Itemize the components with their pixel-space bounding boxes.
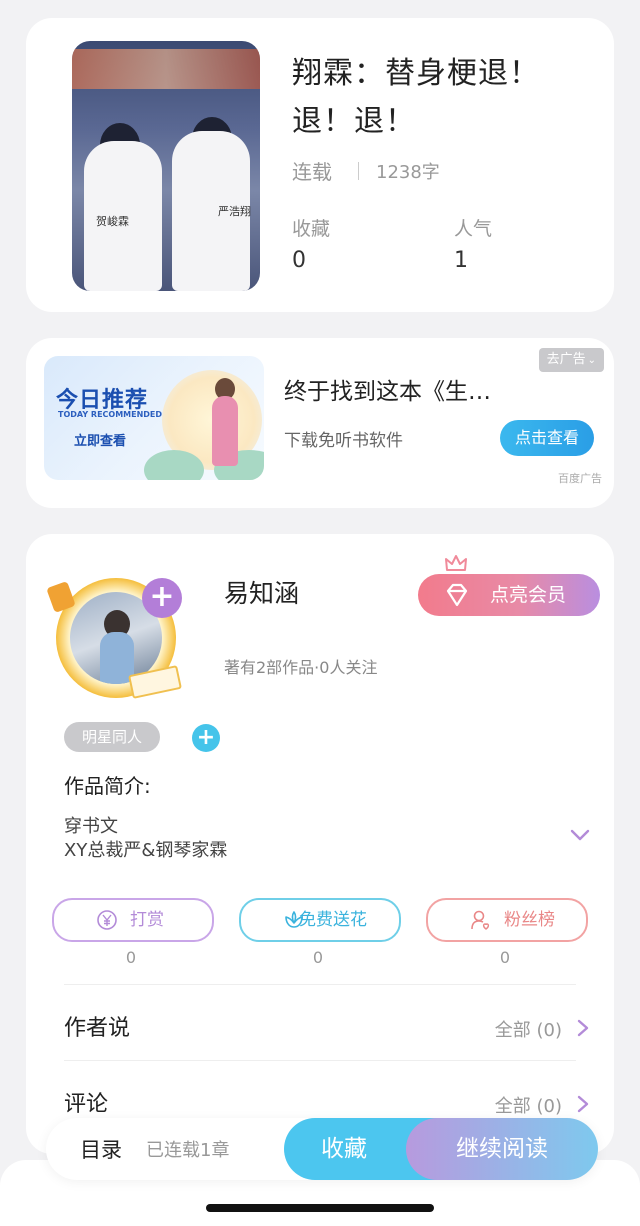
crown-icon <box>445 555 467 571</box>
ad-card[interactable]: 今日推荐 TODAY RECOMMENDED 立即查看 终于找到这本《生… 下载… <box>26 338 614 508</box>
fan-count: 0 <box>499 948 511 967</box>
remove-ad-button[interactable]: 去广告 ⌄ <box>538 348 604 372</box>
chevron-right-icon[interactable] <box>576 1018 590 1038</box>
ad-image-subtitle: TODAY RECOMMENDED <box>58 410 163 419</box>
author-says-all-link[interactable]: 全部 (0) <box>495 1016 562 1042</box>
flower-count: 0 <box>312 948 324 967</box>
fan-ranking-button-label: 粉丝榜 <box>504 910 555 930</box>
book-cover-image[interactable]: 贺峻霖 严浩翔 <box>72 41 260 291</box>
cover-name-right: 严浩翔 <box>218 205 251 218</box>
ad-image[interactable]: 今日推荐 TODAY RECOMMENDED 立即查看 <box>44 356 264 480</box>
author-card: + 易知涵 著有2部作品·0人关注 点亮会员 明星同人 + 作品简介: 穿书文 … <box>26 534 614 1154</box>
chapter-status: 已连载1章 <box>146 1140 230 1161</box>
fan-user-icon <box>471 910 490 930</box>
stat-collect-value: 0 <box>292 248 306 273</box>
status-divider <box>358 162 359 180</box>
ad-source-label: 百度广告 <box>558 472 602 485</box>
book-info-card: 贺峻霖 严浩翔 翔霖：替身梗退！退！退！ 连载 1238字 收藏 0 人气 1 <box>26 18 614 312</box>
stat-collect-label: 收藏 <box>292 218 331 240</box>
send-flower-button-label: 免费送花 <box>299 910 367 930</box>
remove-ad-label: 去广告 <box>546 352 586 367</box>
fan-ranking-button[interactable]: 粉丝榜 <box>426 898 588 942</box>
continue-reading-button[interactable]: 继续阅读 <box>406 1118 598 1180</box>
expand-chevron-down-icon[interactable] <box>570 828 590 842</box>
book-status: 连载 <box>292 160 332 184</box>
intro-text-line: 穿书文 <box>64 816 118 837</box>
divider <box>64 984 576 985</box>
ad-view-button[interactable]: 点击查看 <box>500 420 594 456</box>
follow-author-plus-icon[interactable]: + <box>142 578 182 618</box>
chevron-right-icon[interactable] <box>576 1094 590 1114</box>
vip-button[interactable]: 点亮会员 <box>418 574 600 616</box>
stat-popularity-label: 人气 <box>454 218 493 240</box>
tip-button-label: 打赏 <box>130 910 164 930</box>
ad-title[interactable]: 终于找到这本《生… <box>284 372 491 406</box>
author-name[interactable]: 易知涵 <box>224 574 299 610</box>
intro-label: 作品简介: <box>64 774 151 798</box>
send-flower-button[interactable]: 免费送花 <box>239 898 401 942</box>
comments-title[interactable]: 评论 <box>64 1086 108 1118</box>
cover-light-band <box>72 49 260 89</box>
book-title: 翔霖：替身梗退！退！退！ <box>292 56 540 139</box>
table-of-contents-button[interactable]: 目录 <box>80 1134 122 1164</box>
vip-button-label: 点亮会员 <box>490 584 567 606</box>
add-tag-plus-icon[interactable]: + <box>192 724 220 752</box>
diamond-icon <box>446 583 468 607</box>
author-meta: 著有2部作品·0人关注 <box>224 658 378 677</box>
cover-name-left: 贺峻霖 <box>96 215 129 228</box>
stat-popularity-value: 1 <box>454 248 468 273</box>
tip-button[interactable]: 打赏 <box>52 898 214 942</box>
category-tag[interactable]: 明星同人 <box>64 722 160 752</box>
ad-image-girl <box>212 396 238 466</box>
yen-coin-icon <box>97 910 117 930</box>
chevron-down-icon: ⌄ <box>587 355 596 366</box>
intro-text-line: XY总裁严&钢琴家霖 <box>64 840 228 861</box>
divider <box>64 1060 576 1061</box>
word-count: 1238字 <box>376 162 440 183</box>
ad-subtitle: 下载免听书软件 <box>284 431 403 451</box>
ad-image-cta: 立即查看 <box>74 434 127 449</box>
home-indicator <box>206 1204 434 1212</box>
author-says-title[interactable]: 作者说 <box>64 1010 130 1042</box>
tip-count: 0 <box>125 948 137 967</box>
comments-all-link[interactable]: 全部 (0) <box>495 1092 562 1118</box>
